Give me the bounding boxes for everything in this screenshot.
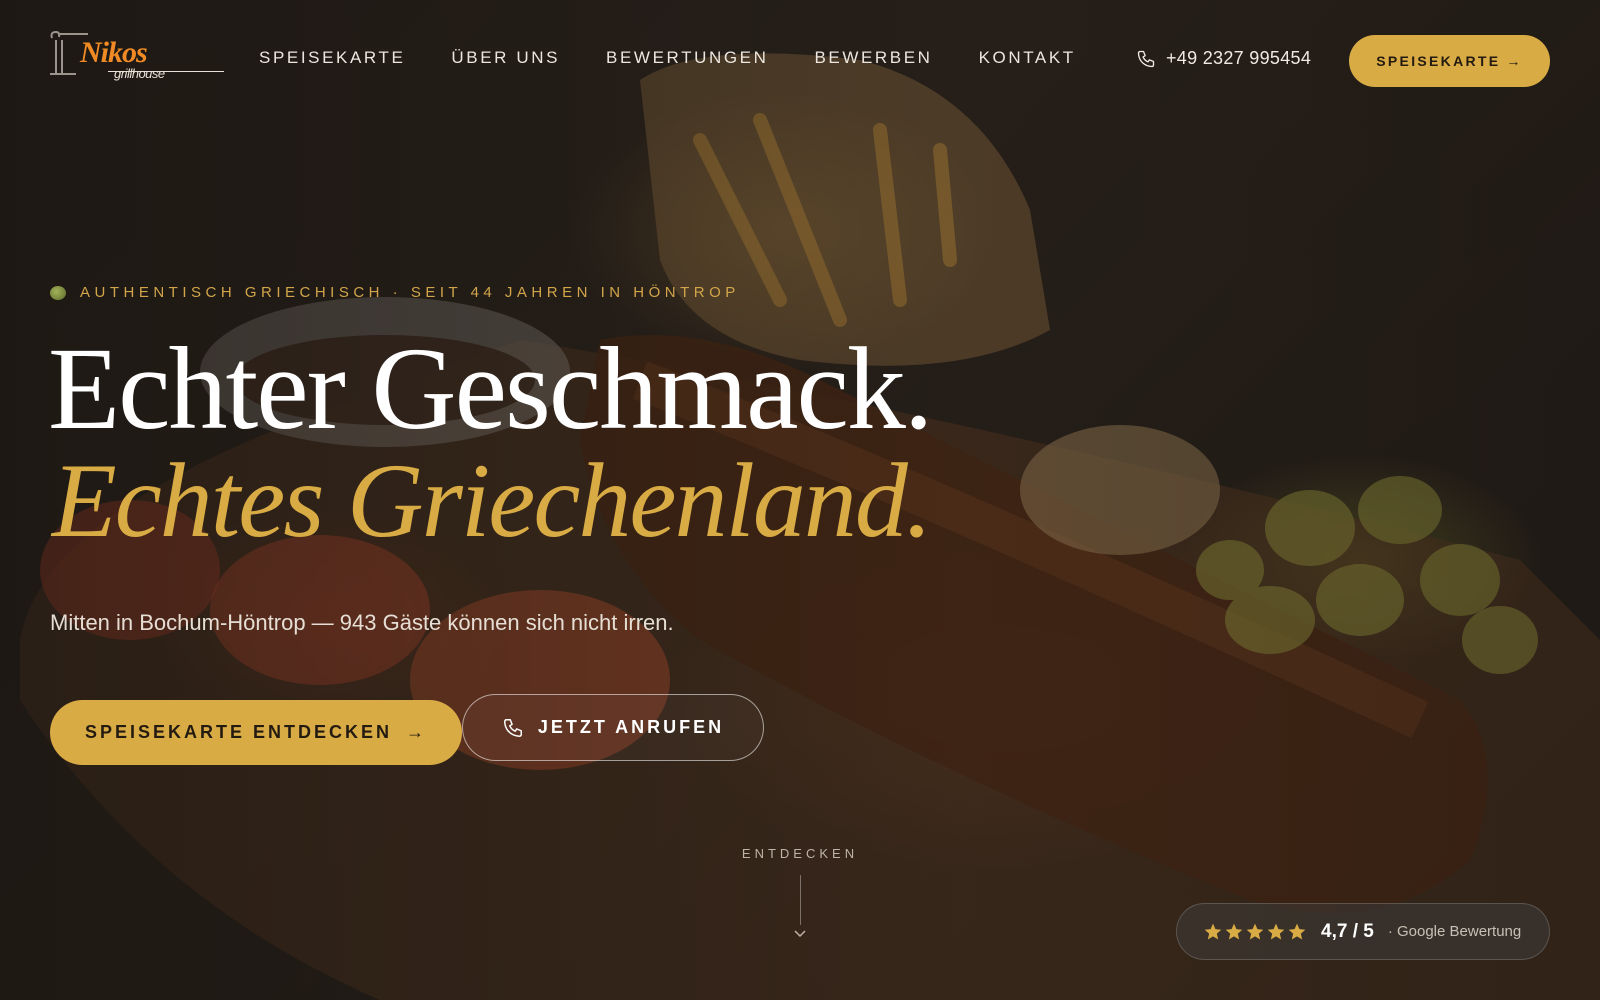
chevron-down-icon <box>794 930 806 938</box>
jetzt-anrufen-button[interactable]: JETZT ANRUFEN <box>462 694 764 761</box>
phone-icon <box>1137 50 1155 67</box>
logo-subtitle: grillhouse <box>114 66 165 81</box>
hero-eyebrow-text: AUTHENTISCH GRIECHISCH · SEIT 44 JAHREN … <box>80 284 740 301</box>
star-icon <box>1225 923 1243 939</box>
nav-item-kontakt[interactable]: KONTAKT <box>979 48 1076 68</box>
speisekarte-entdecken-button[interactable]: SPEISEKARTE ENTDECKEN → <box>50 700 462 765</box>
header-speisekarte-button[interactable]: SPEISEKARTE → <box>1349 35 1550 87</box>
main-navigation: SPEISEKARTE ÜBER UNS BEWERTUNGEN BEWERBE… <box>259 48 1122 68</box>
primary-cta-label: SPEISEKARTE ENTDECKEN <box>84 722 393 742</box>
star-icon <box>1288 923 1306 939</box>
header-cta-label: SPEISEKARTE <box>1376 53 1501 69</box>
nav-item-bewertungen[interactable]: BEWERTUNGEN <box>606 48 768 68</box>
star-icon <box>1204 923 1222 939</box>
google-rating-badge[interactable]: 4,7 / 5 · Google Bewertung <box>1176 903 1550 960</box>
nav-item-speisekarte[interactable]: SPEISEKARTE <box>259 48 405 68</box>
scroll-line <box>799 875 801 925</box>
star-icon <box>1246 923 1264 939</box>
hero-headline-primary: Echter Geschmack. <box>48 323 933 454</box>
star-icon <box>1267 923 1285 939</box>
arrow-right-icon: → <box>1506 53 1523 69</box>
hero-headline-accent: Echtes Griechenland. <box>52 442 932 559</box>
secondary-cta-label: JETZT ANRUFEN <box>537 717 725 737</box>
header-phone-link[interactable]: +49 2327 995454 <box>1136 48 1311 69</box>
logo-wordmark: Nikos <box>80 36 148 69</box>
scroll-label: ENTDECKEN <box>741 846 859 861</box>
hero-subline: Mitten in Bochum-Höntrop — 943 Gäste kön… <box>50 610 674 635</box>
olive-icon <box>50 285 66 300</box>
phone-icon <box>503 718 522 737</box>
nav-item-ueber-uns[interactable]: ÜBER UNS <box>451 48 560 68</box>
header-phone-number: +49 2327 995454 <box>1166 48 1312 68</box>
rating-stars <box>1203 922 1307 942</box>
nav-item-bewerben[interactable]: BEWERBEN <box>814 48 932 68</box>
nikos-logo[interactable]: Nikos grillhouse <box>48 28 224 88</box>
scroll-indicator[interactable]: ENTDECKEN <box>730 846 870 939</box>
hero-eyebrow: AUTHENTISCH GRIECHISCH · SEIT 44 JAHREN … <box>50 284 740 301</box>
rating-source: · Google Bewertung <box>1387 923 1522 940</box>
rating-score: 4,7 / 5 <box>1321 920 1374 942</box>
arrow-right-icon: → <box>406 722 428 742</box>
